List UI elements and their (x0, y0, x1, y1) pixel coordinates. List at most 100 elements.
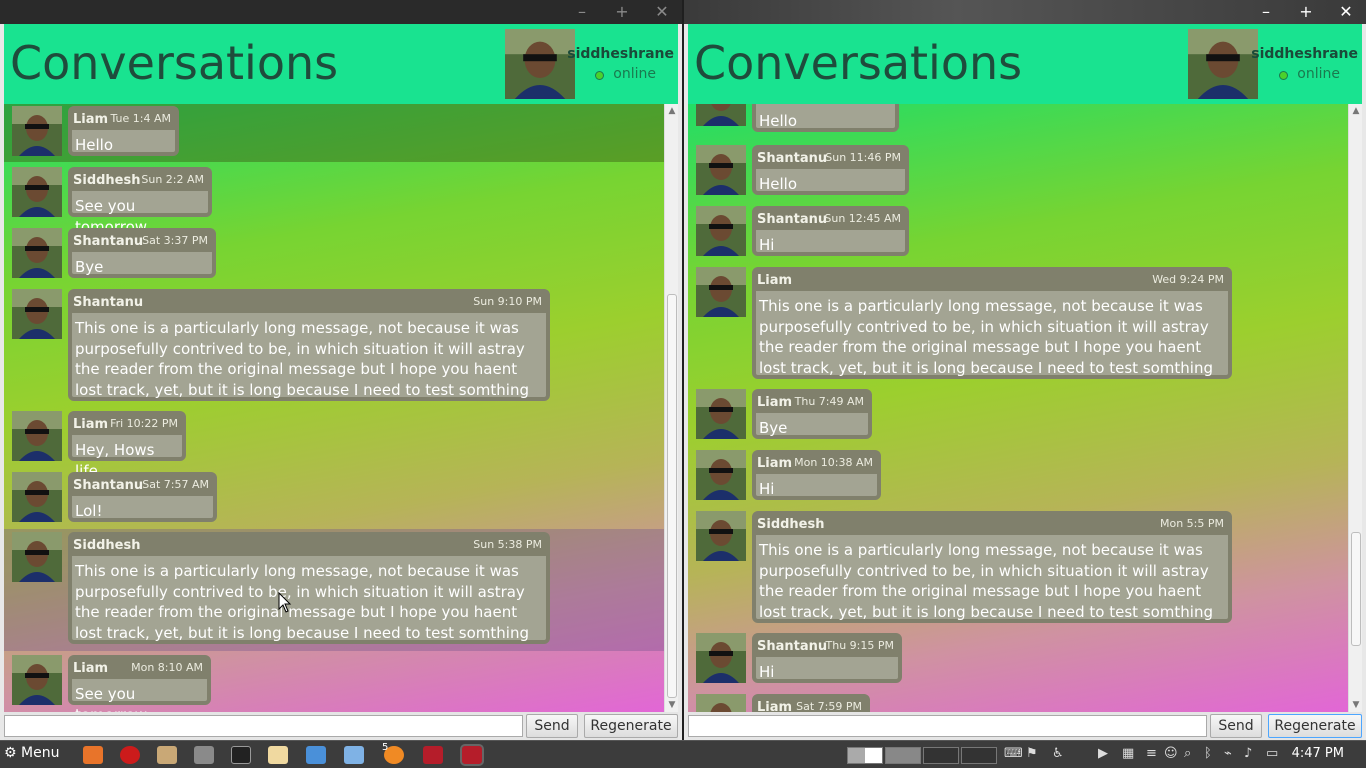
us-flag-icon[interactable]: ⚑ (1026, 746, 1038, 761)
avatar (12, 228, 62, 278)
timestamp: Sat 3:37 PM (142, 234, 208, 247)
keyboard-icon[interactable]: ⌨ (1004, 746, 1023, 761)
scroll-thumb[interactable] (667, 294, 677, 698)
sender-name: Liam (757, 273, 793, 288)
scroll-down-icon[interactable]: ▼ (667, 700, 677, 710)
avatar (696, 450, 746, 500)
app-window-icon[interactable] (423, 746, 443, 764)
minimize-icon[interactable]: – (1256, 2, 1276, 22)
message-bubble: Liam Thu 7:49 AM Bye (752, 389, 872, 439)
message-bubble: Siddhesh Mon 5:5 PM This one is a particu… (752, 511, 1232, 623)
window-titlebar[interactable]: – + ✕ (684, 0, 1366, 24)
maximize-icon[interactable]: + (1296, 2, 1316, 22)
user-icon[interactable]: ☺ (1164, 746, 1178, 761)
window-titlebar[interactable]: – + ✕ (0, 0, 682, 24)
sender-name: Liam (757, 700, 793, 712)
clock[interactable]: 4:47 PM (1292, 746, 1344, 761)
terminal-icon[interactable] (231, 746, 251, 764)
message-row[interactable]: Hello (688, 104, 1348, 135)
message-list[interactable]: Liam Tue 1:4 AM Hello Siddhesh Sun 2:2 AM … (4, 104, 664, 712)
close-icon[interactable]: ✕ (652, 2, 672, 22)
settings-icon[interactable] (194, 746, 214, 764)
network-icon[interactable]: ≡ (1146, 746, 1157, 761)
message-row[interactable]: Shantanu Sun 11:46 PM Hello (688, 143, 1348, 201)
sender-name: Siddhesh (73, 538, 141, 553)
timestamp: Mon 10:38 AM (794, 456, 873, 469)
send-button[interactable]: Send (526, 714, 578, 738)
message-row[interactable]: Liam Mon 10:38 AM Hi (688, 448, 1348, 506)
message-row[interactable]: Liam Wed 9:24 PM This one is a particular… (688, 265, 1348, 383)
firefox-icon[interactable] (83, 746, 103, 764)
message-row[interactable]: Shantanu Sat 3:37 PM Bye (4, 226, 664, 284)
package-icon[interactable] (344, 746, 364, 764)
sender-name: Liam (73, 112, 109, 127)
message-row[interactable]: Liam Tue 1:4 AM Hello (4, 104, 664, 162)
accessibility-icon[interactable]: ♿ (1052, 746, 1064, 761)
minimize-icon[interactable]: – (572, 2, 592, 22)
username-label: siddheshrane (567, 46, 674, 62)
message-bubble: Shantanu Sun 9:10 PM This one is a partic… (68, 289, 550, 401)
scroll-up-icon[interactable]: ▲ (667, 106, 677, 116)
message-text: Bye (759, 419, 788, 437)
timestamp: Sun 2:2 AM (141, 173, 204, 186)
vertical-scrollbar[interactable]: ▲ ▼ (1348, 104, 1362, 712)
message-row[interactable]: Liam Thu 7:49 AM Bye (688, 387, 1348, 445)
timestamp: Sun 5:38 PM (473, 538, 542, 551)
message-input[interactable] (688, 715, 1207, 737)
message-row[interactable]: Shantanu Thu 9:15 PM Hi (688, 631, 1348, 689)
sender-name: Siddhesh (73, 173, 141, 188)
message-row[interactable]: Siddhesh Mon 5:5 PM This one is a particu… (688, 509, 1348, 627)
scroll-down-icon[interactable]: ▼ (1351, 700, 1361, 710)
message-row[interactable]: Shantanu Sun 9:10 PM This one is a partic… (4, 287, 664, 405)
message-bubble: Liam Sat 7:59 PM (752, 694, 870, 712)
message-row[interactable]: Shantanu Sat 7:57 AM Lol! (4, 470, 664, 528)
scroll-thumb[interactable] (1351, 532, 1361, 646)
workspace-1[interactable] (847, 747, 883, 764)
app-window-active-icon[interactable] (460, 744, 484, 766)
message-input[interactable] (4, 715, 523, 737)
conversations-window-right: – + ✕ Conversations siddheshrane online … (684, 0, 1366, 740)
online-status-icon (1279, 71, 1288, 80)
battery-icon[interactable]: ▭ (1266, 746, 1278, 761)
workspace-3[interactable] (923, 747, 959, 764)
online-status-icon (595, 71, 604, 80)
start-menu-button[interactable]: ⚙ Menu (4, 745, 59, 761)
avatar (696, 267, 746, 317)
message-row[interactable]: Liam Fri 10:22 PM Hey, Hows life (4, 409, 664, 480)
message-row[interactable]: Siddhesh Sun 2:2 AM See you tomorrow (4, 165, 664, 236)
close-icon[interactable]: ✕ (1336, 2, 1356, 22)
scroll-up-icon[interactable]: ▲ (1351, 106, 1361, 116)
conversations-window-left: – + ✕ Conversations siddheshrane online … (0, 0, 682, 740)
regenerate-button[interactable]: Regenerate (1268, 714, 1362, 738)
message-list[interactable]: Hello Shantanu Sun 11:46 PM Hello Shantan… (688, 104, 1348, 712)
camera-icon[interactable]: ▶ (1098, 746, 1108, 761)
maximize-icon[interactable]: + (612, 2, 632, 22)
workspace-2[interactable] (885, 747, 921, 764)
avatar (696, 633, 746, 683)
message-row[interactable]: Siddhesh Sun 5:38 PM This one is a partic… (4, 529, 664, 651)
text-editor-icon[interactable] (268, 746, 288, 764)
opera-icon[interactable] (120, 746, 140, 764)
send-button[interactable]: Send (1210, 714, 1262, 738)
grid-icon[interactable]: ▦ (1122, 746, 1134, 761)
message-text: Hello (759, 175, 798, 193)
message-row[interactable]: Shantanu Sun 12:45 AM Hi (688, 204, 1348, 262)
message-text: Hi (759, 236, 775, 254)
message-row[interactable]: Liam Mon 8:10 AM See you tomorrow (4, 653, 664, 712)
workspace-4[interactable] (961, 747, 997, 764)
message-row[interactable]: Liam Sat 7:59 PM (688, 692, 1348, 712)
message-text: Hello (75, 136, 114, 154)
file-manager-icon[interactable] (306, 746, 326, 764)
avatar (12, 411, 62, 461)
avatar (696, 694, 746, 712)
bluetooth-icon[interactable]: ᛒ (1204, 746, 1212, 761)
regenerate-button[interactable]: Regenerate (584, 714, 678, 738)
timestamp: Thu 9:15 PM (825, 639, 894, 652)
archive-icon[interactable] (157, 746, 177, 764)
vertical-scrollbar[interactable]: ▲ ▼ (664, 104, 678, 712)
message-text: Hello (759, 112, 798, 130)
wifi-icon[interactable]: ⌁ (1224, 746, 1232, 761)
search-icon[interactable]: ⌕ (1184, 746, 1191, 761)
volume-icon[interactable]: ♪ (1244, 746, 1252, 761)
timestamp: Sun 12:45 AM (824, 212, 901, 225)
